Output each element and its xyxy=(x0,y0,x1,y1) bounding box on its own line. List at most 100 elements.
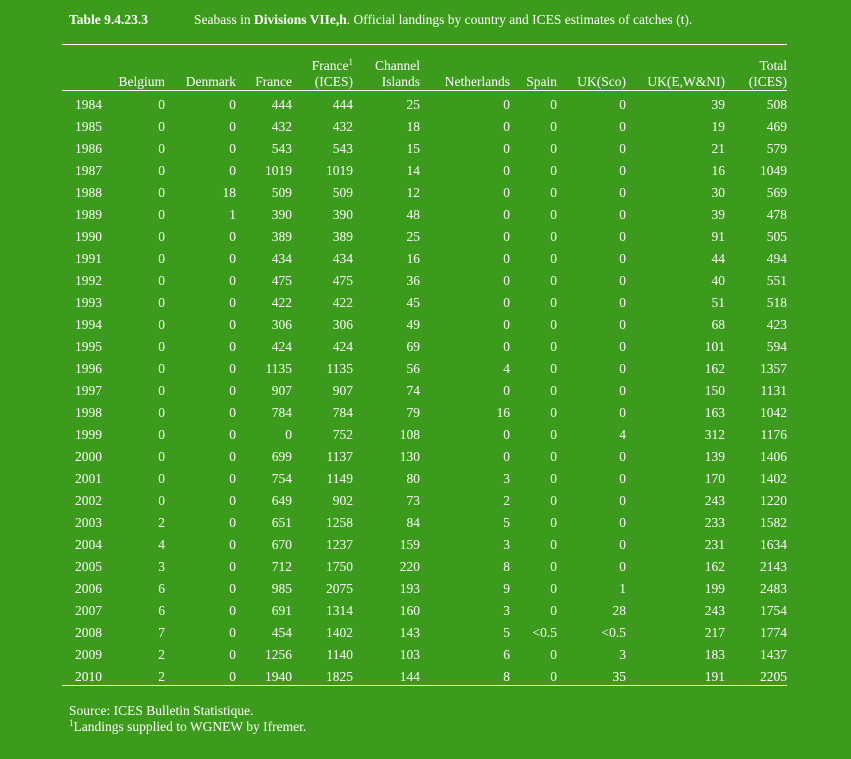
value-cell: 475 xyxy=(271,273,292,288)
year-cell: 2002 xyxy=(75,493,102,508)
year-cell: 1996 xyxy=(75,361,102,376)
value-cell: 1135 xyxy=(326,361,354,376)
value-cell: <0.5 xyxy=(532,625,558,640)
value-cell: 2 xyxy=(158,515,165,530)
table-row: 1985 0 0 432 432 18 0 0 0 19 469 xyxy=(62,116,787,138)
value-cell: 1825 xyxy=(326,669,353,684)
value-cell: 16 xyxy=(496,405,511,420)
value-cell: 0 xyxy=(550,317,557,332)
table-row: 2007 6 0 691 1314 160 3 0 28 243 1754 xyxy=(62,600,787,622)
value-cell: 0 xyxy=(503,229,510,244)
value-cell: 0 xyxy=(619,361,626,376)
value-cell: 1406 xyxy=(760,449,787,464)
value-cell: 9 xyxy=(503,581,510,596)
value-cell: 170 xyxy=(704,471,725,486)
table-row: 2001 0 0 754 1149 80 3 0 0 170 1402 xyxy=(62,468,787,490)
year-cell: 1991 xyxy=(75,251,102,266)
table-row: 1986 0 0 543 543 15 0 0 0 21 579 xyxy=(62,138,787,160)
value-cell: 2205 xyxy=(760,669,787,684)
value-cell: 19 xyxy=(711,119,726,134)
table-row: 1996 0 0 1135 1135 56 4 0 0 162 1357 xyxy=(62,358,787,380)
table-row: 1995 0 0 424 424 69 0 0 0 101 594 xyxy=(62,336,787,358)
value-cell: 28 xyxy=(612,603,627,618)
value-cell: 0 xyxy=(619,273,626,288)
value-cell: 0 xyxy=(503,383,510,398)
value-cell: 0 xyxy=(158,119,165,134)
value-cell: 18 xyxy=(406,119,421,134)
value-cell: <0.5 xyxy=(601,625,627,640)
value-cell: 162 xyxy=(704,361,725,376)
year-cell: 1984 xyxy=(75,97,102,112)
value-cell: 0 xyxy=(503,119,510,134)
value-cell: 0 xyxy=(158,185,165,200)
year-cell: 1997 xyxy=(75,383,102,398)
value-cell: 4 xyxy=(158,537,165,552)
value-cell: 2483 xyxy=(760,581,787,596)
value-cell: 306 xyxy=(332,317,353,332)
value-cell: 0 xyxy=(503,427,510,442)
table-body: 1984 0 0 444 444 25 0 0 0 39 508 1985 0 0 432 432 18 0 0 0 1… xyxy=(62,90,787,688)
landings-table: Belgium Denmark France France1 (ICES) Channel… xyxy=(62,56,787,688)
table-row: 2005 3 0 712 1750 220 8 0 0 162 2143 xyxy=(62,556,787,578)
value-cell: 243 xyxy=(704,603,725,618)
value-cell: 434 xyxy=(271,251,292,266)
value-cell: 220 xyxy=(399,559,420,574)
value-cell: 0 xyxy=(619,229,626,244)
value-cell: 7 xyxy=(158,625,165,640)
table-row: 2000 0 0 699 1137 130 0 0 0 139 1406 xyxy=(62,446,787,468)
value-cell: 18 xyxy=(222,185,237,200)
value-cell: 183 xyxy=(704,647,725,662)
value-cell: 1357 xyxy=(760,361,787,376)
value-cell: 594 xyxy=(766,339,787,354)
value-cell: 0 xyxy=(550,669,557,684)
value-cell: 0 xyxy=(158,97,165,112)
year-cell: 1999 xyxy=(75,427,102,442)
value-cell: 907 xyxy=(271,383,292,398)
value-cell: 163 xyxy=(704,405,725,420)
column-header-2: Denmark xyxy=(165,56,236,90)
value-cell: 494 xyxy=(766,251,787,266)
value-cell: 243 xyxy=(704,493,725,508)
value-cell: 0 xyxy=(158,207,165,222)
value-cell: 0 xyxy=(229,581,236,596)
value-cell: 25 xyxy=(406,229,421,244)
table-row: 1989 0 1 390 390 48 0 0 0 39 478 xyxy=(62,204,787,226)
value-cell: 1131 xyxy=(760,383,788,398)
value-cell: 144 xyxy=(399,669,420,684)
value-cell: 0 xyxy=(619,141,626,156)
value-cell: 6 xyxy=(158,581,165,596)
table-row: 1990 0 0 389 389 25 0 0 0 91 505 xyxy=(62,226,787,248)
value-cell: 39 xyxy=(711,97,726,112)
value-cell: 3 xyxy=(503,603,510,618)
year-cell: 2000 xyxy=(75,449,102,464)
value-cell: 0 xyxy=(619,339,626,354)
value-cell: 0 xyxy=(229,229,236,244)
value-cell: 754 xyxy=(271,471,292,486)
value-cell: 1220 xyxy=(760,493,787,508)
value-cell: 0 xyxy=(550,427,557,442)
value-cell: 0 xyxy=(550,251,557,266)
value-cell: 48 xyxy=(406,207,421,222)
year-cell: 1992 xyxy=(75,273,102,288)
year-cell: 1994 xyxy=(75,317,102,332)
value-cell: 0 xyxy=(503,339,510,354)
column-header-line1: Channel xyxy=(375,58,420,73)
value-cell: 3 xyxy=(503,471,510,486)
value-cell: 25 xyxy=(406,97,421,112)
value-cell: 0 xyxy=(229,493,236,508)
value-cell: 784 xyxy=(332,405,353,420)
value-cell: 0 xyxy=(503,97,510,112)
table-title: Seabass in Divisions VIIe,h. Official la… xyxy=(194,12,693,27)
value-cell: 21 xyxy=(711,141,726,156)
value-cell: 1140 xyxy=(326,647,354,662)
value-cell: 6 xyxy=(503,647,510,662)
value-cell: 1940 xyxy=(265,669,292,684)
value-cell: 16 xyxy=(406,251,421,266)
value-cell: 0 xyxy=(285,427,292,442)
value-cell: 551 xyxy=(766,273,787,288)
column-header-line2: France xyxy=(255,74,292,89)
year-cell: 1985 xyxy=(75,119,102,134)
header-row: Belgium Denmark France France1 (ICES) Channel… xyxy=(62,56,788,90)
value-cell: 15 xyxy=(406,141,421,156)
value-cell: 0 xyxy=(229,97,236,112)
